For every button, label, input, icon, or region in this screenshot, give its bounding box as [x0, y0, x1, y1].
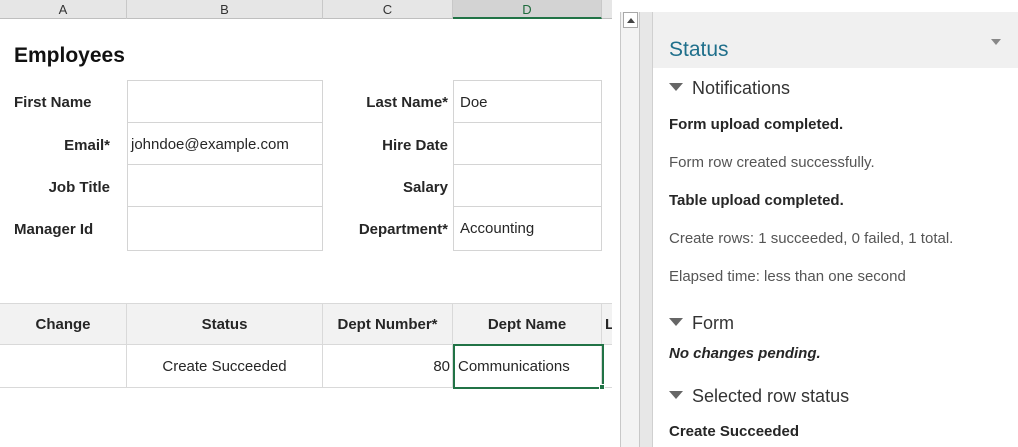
column-dept-number[interactable]: Dept Number*	[323, 304, 453, 346]
first-name-field[interactable]	[127, 80, 323, 123]
salary-field[interactable]	[453, 164, 602, 207]
cell-change[interactable]	[0, 345, 127, 388]
status-pane-title: Status	[669, 38, 729, 61]
scroll-up-icon[interactable]	[623, 12, 638, 28]
table-header-row: Change Status Dept Number* Dept Name Lo	[0, 303, 612, 346]
column-location[interactable]: Lo	[602, 304, 612, 346]
email-field[interactable]: johndoe@example.com	[127, 122, 323, 165]
last-name-field[interactable]: Doe	[453, 80, 602, 123]
manager-id-label: Manager Id	[14, 222, 94, 237]
fill-handle[interactable]	[599, 384, 605, 390]
column-status[interactable]: Status	[127, 304, 323, 346]
column-headers: A B C D	[0, 0, 612, 19]
column-header-c[interactable]: C	[323, 0, 453, 19]
column-header-a[interactable]: A	[0, 0, 127, 19]
notification-item: Form row created successfully.	[669, 154, 875, 171]
notification-item: Elapsed time: less than one second	[669, 268, 906, 285]
collapse-triangle-icon	[669, 318, 683, 326]
status-pane: Status Notifications Form upload complet…	[653, 12, 1018, 447]
column-header-d[interactable]: D	[453, 0, 602, 19]
form-title: Employees	[14, 44, 125, 67]
first-name-label: First Name	[14, 95, 92, 110]
manager-id-field[interactable]	[127, 206, 323, 251]
selected-row-heading: Selected row status	[692, 386, 850, 406]
job-title-label: Job Title	[48, 180, 110, 195]
selected-row-section-toggle[interactable]: Selected row status	[669, 386, 849, 407]
job-title-field[interactable]	[127, 164, 323, 207]
active-cell-border	[453, 344, 604, 389]
hire-date-field[interactable]	[453, 122, 602, 165]
notification-item: Form upload completed.	[669, 116, 844, 133]
spreadsheet-grid[interactable]: A B C D Employees First Name Email* Job …	[0, 0, 612, 447]
selected-row-status-message: Create Succeeded	[669, 423, 800, 440]
column-change[interactable]: Change	[0, 304, 127, 346]
cell-status[interactable]: Create Succeeded	[127, 345, 323, 388]
column-dept-name[interactable]: Dept Name	[453, 304, 602, 346]
form-status-message: No changes pending.	[669, 345, 821, 362]
collapse-triangle-icon	[669, 391, 683, 399]
collapse-triangle-icon	[669, 83, 683, 91]
pane-splitter[interactable]	[640, 12, 653, 447]
vertical-scrollbar[interactable]	[620, 12, 640, 447]
last-name-value: Doe	[460, 94, 488, 111]
email-value: johndoe@example.com	[131, 136, 289, 153]
chevron-down-icon[interactable]	[991, 39, 1001, 45]
department-field[interactable]: Accounting	[453, 206, 602, 251]
email-label: Email*	[64, 138, 110, 153]
form-section-toggle[interactable]: Form	[669, 313, 734, 334]
department-value: Accounting	[460, 220, 535, 237]
notifications-heading: Notifications	[692, 78, 791, 98]
hire-date-label: Hire Date	[382, 138, 448, 153]
cell-dept-number[interactable]: 80	[323, 345, 453, 388]
last-name-label: Last Name*	[366, 95, 448, 110]
column-header-e[interactable]	[602, 0, 612, 19]
form-heading: Form	[692, 313, 734, 333]
salary-label: Salary	[402, 180, 448, 195]
column-header-b[interactable]: B	[127, 0, 323, 19]
notifications-section-toggle[interactable]: Notifications	[669, 78, 790, 99]
notification-item: Create rows: 1 succeeded, 0 failed, 1 to…	[669, 230, 954, 247]
department-label: Department*	[358, 222, 448, 237]
notification-item: Table upload completed.	[669, 192, 844, 209]
status-pane-header: Status	[653, 12, 1018, 68]
